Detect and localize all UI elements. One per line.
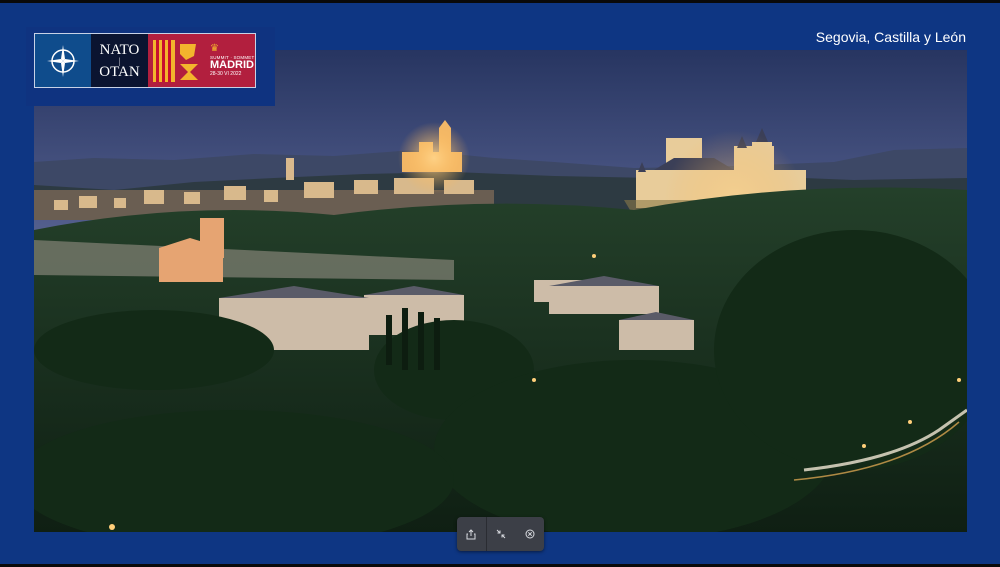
main-photo [34,50,967,532]
photo-caption: Segovia, Castilla y León [815,29,966,45]
share-button[interactable] [457,517,486,551]
share-icon [466,528,476,539]
spain-coat-of-arms-icon [148,34,206,87]
close-icon [525,529,535,539]
close-button[interactable] [515,517,544,551]
nato-summit-logo: NATO | OTAN ♛ SUMMIT · SOMMET MADRID 28-… [34,33,256,88]
summit-city: MADRID [210,59,254,71]
image-toolbar [457,517,544,551]
collapse-button[interactable] [487,517,516,551]
summit-dates: 28-30 VI 2022 [210,71,242,77]
crown-icon: ♛ [210,43,219,54]
nato-fr-label: OTAN [99,63,140,80]
summit-branding: ♛ SUMMIT · SOMMET MADRID 28-30 VI 2022 [206,34,255,87]
nato-en-label: NATO [99,41,140,58]
collapse-icon [496,529,506,539]
nato-compass-icon [35,34,91,87]
nato-wordmark: NATO | OTAN [91,34,148,87]
